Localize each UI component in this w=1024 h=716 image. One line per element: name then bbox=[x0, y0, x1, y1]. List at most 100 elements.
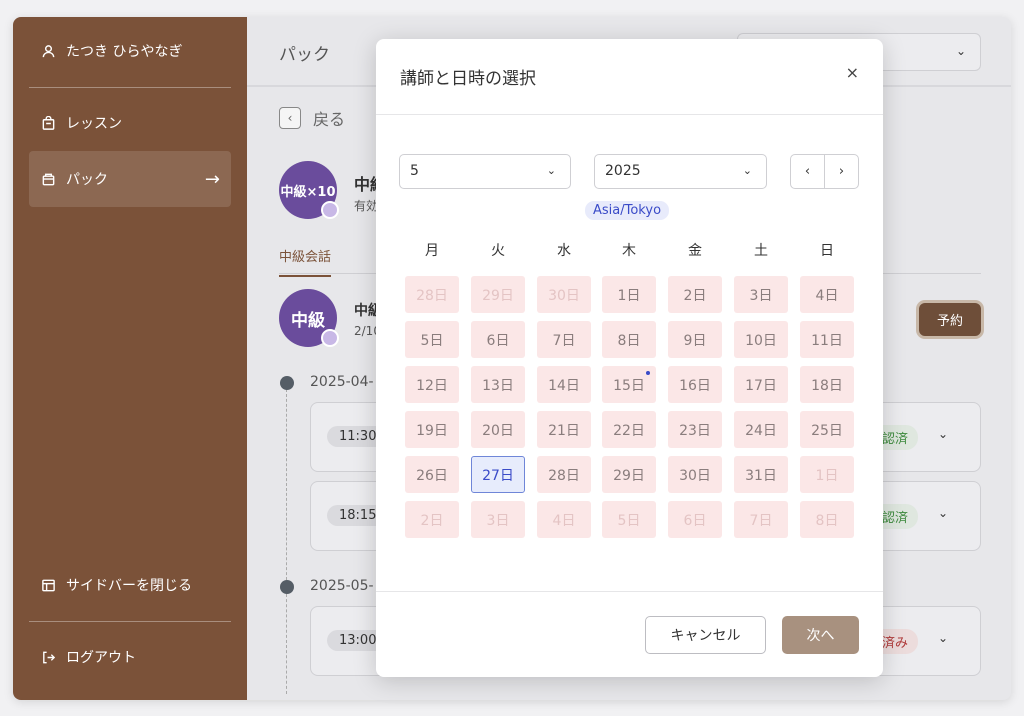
calendar-day-label: 7日 bbox=[749, 512, 773, 529]
calendar-day[interactable]: 9日 bbox=[668, 321, 722, 358]
weekday-label: 金 bbox=[688, 243, 702, 259]
calendar-day[interactable]: 2日 bbox=[668, 276, 722, 313]
calendar-day-label: 10日 bbox=[745, 332, 777, 349]
calendar-day-label: 19日 bbox=[416, 422, 448, 439]
calendar-day: 4日 bbox=[537, 501, 591, 538]
calendar-day-label: 25日 bbox=[811, 422, 843, 439]
next-button[interactable]: 次へ bbox=[782, 616, 859, 654]
calendar-day-label: 2日 bbox=[420, 512, 444, 529]
calendar-day[interactable]: 8日 bbox=[602, 321, 656, 358]
calendar-day-label: 5日 bbox=[420, 332, 444, 349]
calendar-day: 28日 bbox=[405, 276, 459, 313]
calendar-day: 3日 bbox=[471, 501, 525, 538]
availability-dot bbox=[646, 371, 650, 375]
calendar-day-label: 6日 bbox=[683, 512, 707, 529]
month-select[interactable]: 5 ⌄ bbox=[399, 154, 571, 189]
calendar-day-label: 13日 bbox=[482, 377, 514, 394]
weekday-label: 日 bbox=[820, 243, 834, 259]
calendar-day-label: 9日 bbox=[683, 332, 707, 349]
calendar-day-label: 14日 bbox=[548, 377, 580, 394]
calendar-day[interactable]: 13日 bbox=[471, 366, 525, 403]
calendar-day[interactable]: 20日 bbox=[471, 411, 525, 448]
calendar-day-selected[interactable]: 27日 bbox=[471, 456, 525, 493]
calendar-day-label: 24日 bbox=[745, 422, 777, 439]
year-select[interactable]: 2025 ⌄ bbox=[594, 154, 767, 189]
calendar-day[interactable]: 16日 bbox=[668, 366, 722, 403]
calendar-day[interactable]: 23日 bbox=[668, 411, 722, 448]
modal-title: 講師と日時の選択 bbox=[400, 69, 536, 89]
close-icon[interactable]: × bbox=[846, 63, 859, 82]
calendar-day-label: 8日 bbox=[617, 332, 641, 349]
calendar-day-label: 11日 bbox=[811, 332, 843, 349]
calendar-day-label: 3日 bbox=[749, 287, 773, 304]
weekday-label: 火 bbox=[491, 243, 505, 259]
calendar-day-label: 7日 bbox=[552, 332, 576, 349]
calendar-day: 5日 bbox=[602, 501, 656, 538]
month-nav: ‹ › bbox=[790, 154, 859, 189]
calendar-day[interactable]: 6日 bbox=[471, 321, 525, 358]
calendar-day: 30日 bbox=[537, 276, 591, 313]
calendar-day-label: 4日 bbox=[815, 287, 839, 304]
calendar-day-label: 26日 bbox=[416, 467, 448, 484]
calendar-day: 8日 bbox=[800, 501, 854, 538]
calendar-day-label: 3日 bbox=[486, 512, 510, 529]
next-month-button[interactable]: › bbox=[824, 155, 858, 188]
prev-month-button[interactable]: ‹ bbox=[791, 155, 824, 188]
calendar-day[interactable]: 25日 bbox=[800, 411, 854, 448]
calendar-day[interactable]: 15日 bbox=[602, 366, 656, 403]
calendar-day[interactable]: 30日 bbox=[668, 456, 722, 493]
calendar-day: 7日 bbox=[734, 501, 788, 538]
calendar-day-label: 8日 bbox=[815, 512, 839, 529]
calendar-day-label: 20日 bbox=[482, 422, 514, 439]
calendar-day-label: 22日 bbox=[613, 422, 645, 439]
calendar-day-label: 31日 bbox=[745, 467, 777, 484]
modal-divider bbox=[376, 114, 883, 115]
calendar-day-label: 4日 bbox=[552, 512, 576, 529]
month-value: 5 bbox=[410, 163, 419, 179]
calendar-day[interactable]: 17日 bbox=[734, 366, 788, 403]
calendar-day-label: 12日 bbox=[416, 377, 448, 394]
weekday-label: 木 bbox=[622, 243, 636, 259]
chevron-down-icon: ⌄ bbox=[546, 164, 556, 177]
calendar-day[interactable]: 10日 bbox=[734, 321, 788, 358]
calendar-day[interactable]: 7日 bbox=[537, 321, 591, 358]
calendar-day-label: 28日 bbox=[416, 287, 448, 304]
timezone-badge: Asia/Tokyo bbox=[585, 201, 670, 220]
calendar-day-label: 29日 bbox=[613, 467, 645, 484]
calendar-day: 29日 bbox=[471, 276, 525, 313]
calendar-day-label: 6日 bbox=[486, 332, 510, 349]
calendar-day-label: 1日 bbox=[617, 287, 641, 304]
calendar-day-label: 15日 bbox=[613, 377, 645, 394]
calendar-day[interactable]: 5日 bbox=[405, 321, 459, 358]
cancel-button[interactable]: キャンセル bbox=[645, 616, 766, 654]
calendar-day-label: 5日 bbox=[617, 512, 641, 529]
calendar-day-label: 30日 bbox=[679, 467, 711, 484]
calendar-day[interactable]: 31日 bbox=[734, 456, 788, 493]
calendar-day-label: 16日 bbox=[679, 377, 711, 394]
calendar-day: 1日 bbox=[800, 456, 854, 493]
calendar-day-label: 18日 bbox=[811, 377, 843, 394]
calendar-day-label: 28日 bbox=[548, 467, 580, 484]
calendar-day[interactable]: 19日 bbox=[405, 411, 459, 448]
calendar-day[interactable]: 29日 bbox=[602, 456, 656, 493]
calendar-day-label: 30日 bbox=[548, 287, 580, 304]
calendar-day[interactable]: 22日 bbox=[602, 411, 656, 448]
calendar-day[interactable]: 11日 bbox=[800, 321, 854, 358]
calendar-day[interactable]: 3日 bbox=[734, 276, 788, 313]
calendar-day[interactable]: 21日 bbox=[537, 411, 591, 448]
calendar-day-label: 29日 bbox=[482, 287, 514, 304]
calendar-day[interactable]: 4日 bbox=[800, 276, 854, 313]
year-value: 2025 bbox=[605, 163, 641, 179]
calendar-day[interactable]: 18日 bbox=[800, 366, 854, 403]
calendar-day-label: 21日 bbox=[548, 422, 580, 439]
modal-divider bbox=[376, 591, 883, 592]
calendar-day[interactable]: 14日 bbox=[537, 366, 591, 403]
calendar-day-label: 23日 bbox=[679, 422, 711, 439]
calendar-day[interactable]: 1日 bbox=[602, 276, 656, 313]
calendar-day[interactable]: 26日 bbox=[405, 456, 459, 493]
weekday-label: 水 bbox=[557, 243, 571, 259]
calendar-day[interactable]: 12日 bbox=[405, 366, 459, 403]
calendar-day-label: 17日 bbox=[745, 377, 777, 394]
calendar-day[interactable]: 28日 bbox=[537, 456, 591, 493]
calendar-day[interactable]: 24日 bbox=[734, 411, 788, 448]
